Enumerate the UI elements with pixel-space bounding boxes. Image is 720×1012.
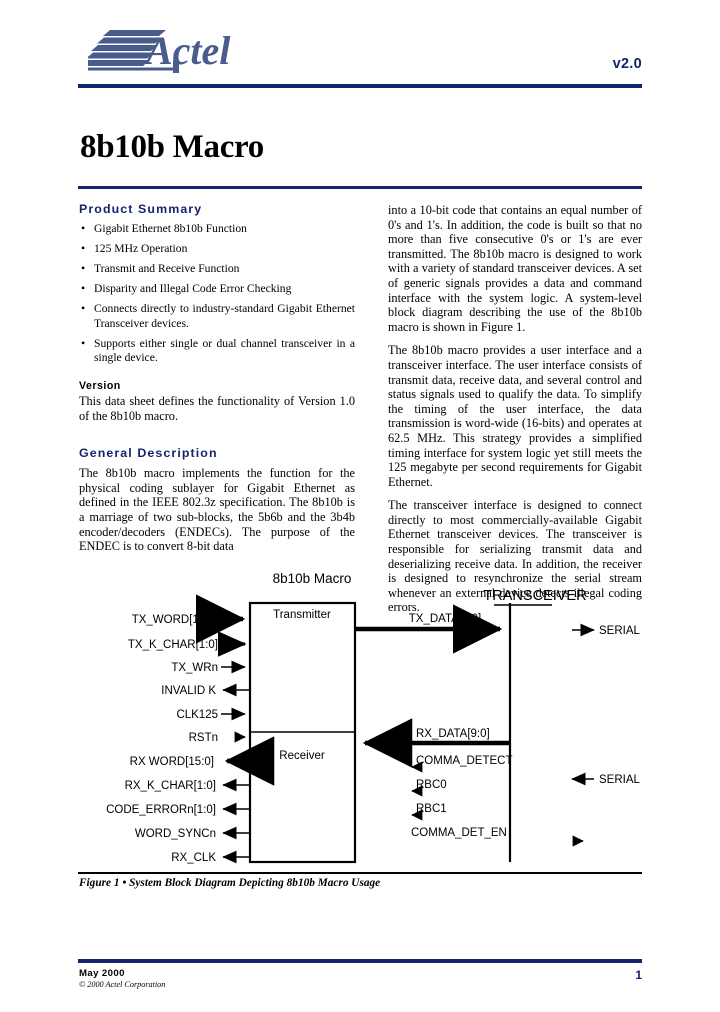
figure-caption-separator: • (122, 877, 127, 889)
body-paragraph-2: The 8b10b macro provides a user interfac… (388, 343, 642, 489)
page-header: Actel v2.0 (78, 22, 642, 84)
signal-label-tx-k-char: TX_K_CHAR[1:0] (128, 639, 218, 651)
list-item: Supports either single or dual channel t… (79, 336, 355, 366)
block-diagram-graphic: 8b10b Macro TRANSCEIVER Transmitter Rece… (106, 571, 642, 864)
signal-label-serial-tx: SERIAL TX (599, 625, 642, 637)
version-heading: Version (79, 380, 121, 392)
figure-caption: Figure 1 • System Block Diagram Depictin… (79, 877, 380, 889)
general-description-paragraph: The 8b10b macro implements the function … (79, 466, 355, 554)
signal-label-code-errorn: CODE_ERRORn[1:0] (106, 804, 216, 816)
page-title: 8b10b Macro (80, 129, 265, 165)
actel-logo: Actel (88, 24, 258, 76)
list-item: Gigabit Ethernet 8b10b Function (79, 221, 355, 237)
system-block-diagram: 8b10b Macro TRANSCEIVER Transmitter Rece… (78, 566, 642, 866)
signal-label-tx-wrn: TX_WRn (171, 662, 218, 674)
page-footer: May 2000 © 2000 Actel Corporation 1 (79, 968, 642, 998)
signal-label-rx-k-char: RX_K_CHAR[1:0] (125, 780, 216, 792)
signal-label-rx-data: RX_DATA[9:0] (416, 728, 490, 740)
macro-title-text: 8b10b Macro (273, 571, 352, 586)
signal-label-rx-word: RX WORD[15:0] (130, 756, 214, 768)
signal-label-comma-detect: COMMA_DETECT (416, 755, 512, 767)
version-label: v2.0 (612, 56, 642, 72)
figure-1: 8b10b Macro TRANSCEIVER Transmitter Rece… (78, 566, 642, 866)
body-paragraph-1: into a 10-bit code that contains an equa… (388, 203, 642, 334)
footer-copyright: © 2000 Actel Corporation (79, 980, 166, 989)
signal-label-tx-data: TX_DATA[9:0] (409, 613, 481, 625)
transceiver-title-text: TRANSCEIVER (483, 588, 586, 604)
product-summary-list: Gigabit Ethernet 8b10b Function 125 MHz … (79, 221, 355, 366)
signal-label-tx-word: TX_WORD[15:0] (132, 614, 218, 626)
figure-divider (78, 872, 642, 874)
list-item: 125 MHz Operation (79, 241, 355, 257)
signal-label-word-syncn: WORD_SYNCn (135, 828, 216, 840)
footer-date: May 2000 (79, 968, 125, 979)
list-item: Disparity and Illegal Code Error Checkin… (79, 281, 355, 297)
footer-page-number: 1 (635, 968, 642, 982)
version-paragraph: This data sheet defines the functionalit… (79, 394, 355, 423)
receiver-label-text: Receiver (279, 750, 325, 762)
transmitter-label-text: Transmitter (273, 609, 331, 621)
signal-label-rx-clk: RX_CLK (171, 852, 216, 864)
figure-caption-text: System Block Diagram Depicting 8b10b Mac… (129, 877, 381, 889)
signal-label-comma-det-en: COMMA_DET_EN (411, 827, 507, 839)
list-item: Transmit and Receive Function (79, 261, 355, 277)
title-divider (78, 186, 642, 189)
signal-label-rstn: RSTn (189, 732, 218, 744)
signal-label-invalid-k: INVALID K (161, 685, 216, 697)
figure-number: Figure 1 (79, 877, 120, 889)
list-item: Connects directly to industry-standard G… (79, 301, 355, 331)
product-summary-heading: Product Summary (79, 202, 203, 216)
actel-logo-graphic: Actel (88, 28, 231, 73)
svg-text:Actel: Actel (143, 28, 231, 73)
right-column: into a 10-bit code that contains an equa… (388, 203, 642, 615)
left-column: Product Summary Gigabit Ethernet 8b10b F… (79, 202, 355, 554)
signal-label-clk125: CLK125 (176, 709, 218, 721)
signal-label-rbc1: RBC1 (416, 803, 447, 815)
signal-label-serial-rx: SERIAL RX (599, 774, 642, 786)
signal-label-rbc0: RBC0 (416, 779, 447, 791)
general-description-heading: General Description (79, 446, 218, 461)
footer-divider (78, 959, 642, 963)
header-divider (78, 84, 642, 88)
